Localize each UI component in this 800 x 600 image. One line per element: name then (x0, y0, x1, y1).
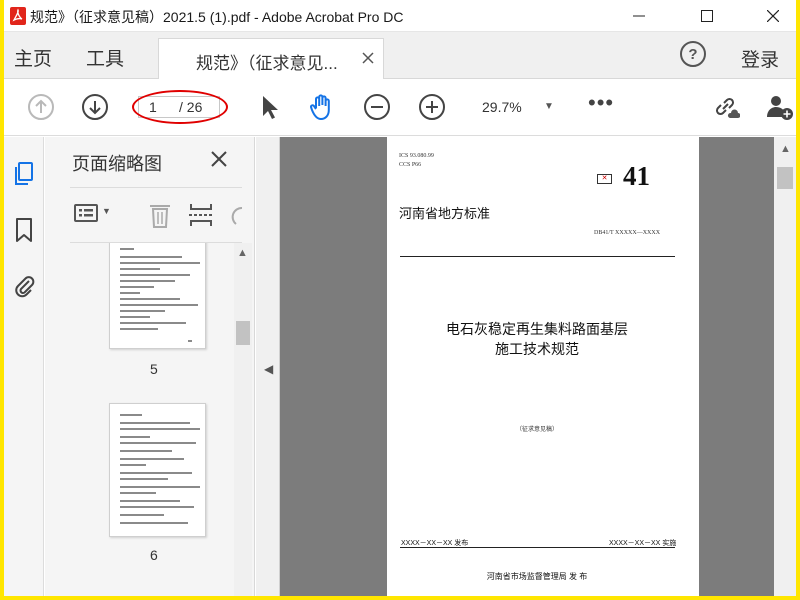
thumbnail-scrollbar[interactable]: ▲ (234, 243, 252, 596)
document-scrollbar[interactable]: ▲ (774, 137, 796, 596)
rotate-page-icon[interactable] (228, 202, 244, 228)
zoom-level-select[interactable]: 29.7% (482, 99, 522, 115)
hand-tool-icon[interactable] (307, 92, 337, 122)
document-tab-label: 规范》（征求意见... (196, 54, 338, 73)
red-annotation-ellipse (132, 90, 228, 124)
next-page-icon[interactable] (80, 92, 110, 122)
draft-note: （征求意见稿） (515, 427, 558, 433)
panel-collapse-strip[interactable]: ◀ (256, 137, 280, 596)
footer-rule (400, 547, 675, 548)
collapse-left-icon[interactable]: ◀ (264, 362, 273, 376)
document-view[interactable]: ◀ ICS 93.080.99 CCS P66 ✕ 41 河南省地方标准 DB4… (256, 137, 796, 596)
minimize-button[interactable] (616, 0, 662, 32)
zoom-in-icon[interactable] (417, 92, 447, 122)
window-title: 规范》（征求意见稿）2021.5 (1).pdf - Adobe Acrobat… (30, 9, 404, 25)
acrobat-window: 规范》（征求意见稿）2021.5 (1).pdf - Adobe Acrobat… (4, 0, 796, 596)
close-panel-icon[interactable] (211, 147, 227, 173)
thumbnail-list: 5 6 (70, 243, 236, 596)
help-button[interactable]: ? (680, 41, 706, 67)
attachments-icon[interactable] (12, 273, 36, 299)
header-rule (400, 256, 675, 257)
bookmarks-icon[interactable] (12, 217, 36, 243)
panel-toolbar: ▼ (70, 187, 244, 243)
tab-home[interactable]: 主页 (14, 44, 52, 71)
title-bar: 规范》（征求意见稿）2021.5 (1).pdf - Adobe Acrobat… (4, 0, 796, 32)
tab-tools[interactable]: 工具 (86, 44, 124, 71)
chevron-down-icon[interactable]: ▼ (102, 206, 111, 216)
chevron-down-icon[interactable]: ▼ (544, 101, 554, 112)
scrollbar-thumb[interactable] (777, 167, 793, 189)
standard-number: 41 (623, 161, 650, 191)
previous-page-icon[interactable] (26, 92, 56, 122)
main-toolbar: 1 / 26 29.7% ▼ ••• (4, 80, 796, 136)
publisher: 河南省市场监督管理局 发 布 (486, 572, 588, 581)
minimize-icon (633, 15, 645, 17)
page-thumbnails-icon[interactable] (12, 161, 36, 187)
page-thumbnail-6[interactable] (109, 403, 206, 537)
thumbnail-options-icon[interactable] (74, 202, 98, 224)
login-button[interactable]: 登录 (741, 45, 779, 72)
navigation-rail (4, 137, 44, 596)
extract-pages-icon[interactable] (188, 202, 214, 228)
menu-tab-bar: 主页 工具 规范》（征求意见... ? 登录 (4, 32, 796, 79)
panel-title: 页面缩略图 (72, 154, 162, 174)
maximize-button[interactable] (684, 0, 730, 32)
add-user-icon[interactable] (764, 92, 794, 122)
scroll-up-icon[interactable]: ▲ (780, 143, 791, 155)
document-title: 电石灰稳定再生集料路面基层 施工技术规范 (446, 321, 628, 357)
zoom-out-icon[interactable] (362, 92, 392, 122)
more-tools-button[interactable]: ••• (588, 90, 614, 116)
close-tab-icon[interactable] (362, 51, 374, 69)
page-thumbnails-panel: 页面缩略图 ▼ 5 6 ▲ (45, 137, 255, 596)
tab-document[interactable]: 规范》（征求意见... (158, 38, 384, 79)
share-link-icon[interactable] (710, 92, 740, 122)
maximize-icon (701, 10, 713, 22)
close-window-button[interactable] (750, 0, 796, 32)
page-thumbnail-5[interactable] (109, 243, 206, 349)
thumbnail-page-number: 6 (150, 547, 158, 563)
standard-code: DB41/T XXXXX—XXXX (594, 230, 661, 236)
select-cursor-icon[interactable] (254, 92, 284, 122)
scroll-up-icon[interactable]: ▲ (237, 247, 248, 259)
pdf-page: ICS 93.080.99 CCS P66 ✕ 41 河南省地方标准 DB41/… (387, 137, 699, 596)
close-icon (767, 10, 779, 22)
scrollbar-thumb[interactable] (236, 321, 250, 345)
acrobat-app-icon (10, 7, 26, 25)
standard-mark-icon: ✕ (597, 174, 612, 184)
delete-page-icon[interactable] (148, 202, 172, 228)
thumbnail-page-number: 5 (150, 361, 158, 377)
standard-organization: 河南省地方标准 (399, 206, 491, 221)
ics-classification: ICS 93.080.99 CCS P66 (399, 153, 434, 168)
